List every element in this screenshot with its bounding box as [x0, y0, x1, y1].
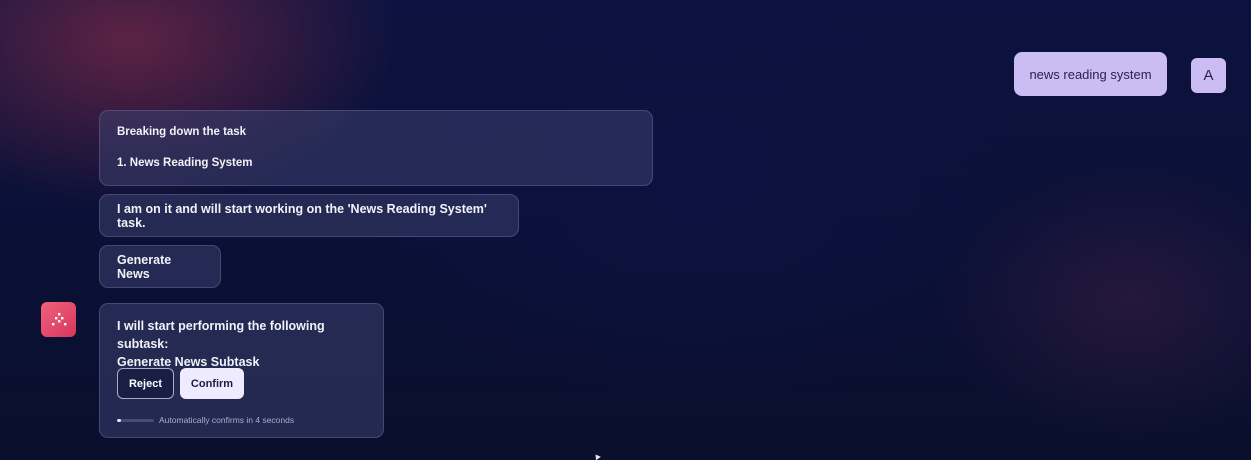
working-status-text: I am on it and will start working on the…: [117, 201, 487, 230]
subtask-confirmation-message: I will start performing the following su…: [99, 303, 384, 438]
reject-button[interactable]: Reject: [117, 368, 174, 399]
working-status-message: I am on it and will start working on the…: [99, 194, 519, 237]
task-breakdown-item: 1. News Reading System: [117, 157, 253, 169]
agent-avatar: [41, 302, 76, 337]
task-breakdown-heading: Breaking down the task: [117, 126, 247, 138]
auto-confirm-progress-fill: [117, 418, 121, 422]
user-avatar: A: [1191, 58, 1226, 93]
auto-confirm-text: Automatically confirms in 4 seconds: [159, 415, 295, 425]
confirm-button[interactable]: Confirm: [180, 368, 244, 399]
generate-news-text: Generate News: [117, 252, 172, 281]
user-message-bubble: news reading system: [1014, 52, 1167, 96]
subtask-intro-text: I will start performing the following su…: [117, 319, 325, 351]
task-breakdown-message: Breaking down the task 1. News Reading S…: [99, 110, 653, 186]
generate-news-message: Generate News: [99, 245, 221, 288]
auto-confirm-indicator: Automatically confirms in 4 seconds: [117, 415, 294, 425]
user-avatar-initial: A: [1203, 67, 1214, 84]
user-message-text: news reading system: [1029, 66, 1152, 82]
mouse-cursor-icon: [593, 452, 601, 460]
subtask-action-buttons: Reject Confirm: [117, 368, 244, 399]
agent-logo-icon: [51, 312, 66, 325]
auto-confirm-progress-bar: [117, 418, 154, 422]
